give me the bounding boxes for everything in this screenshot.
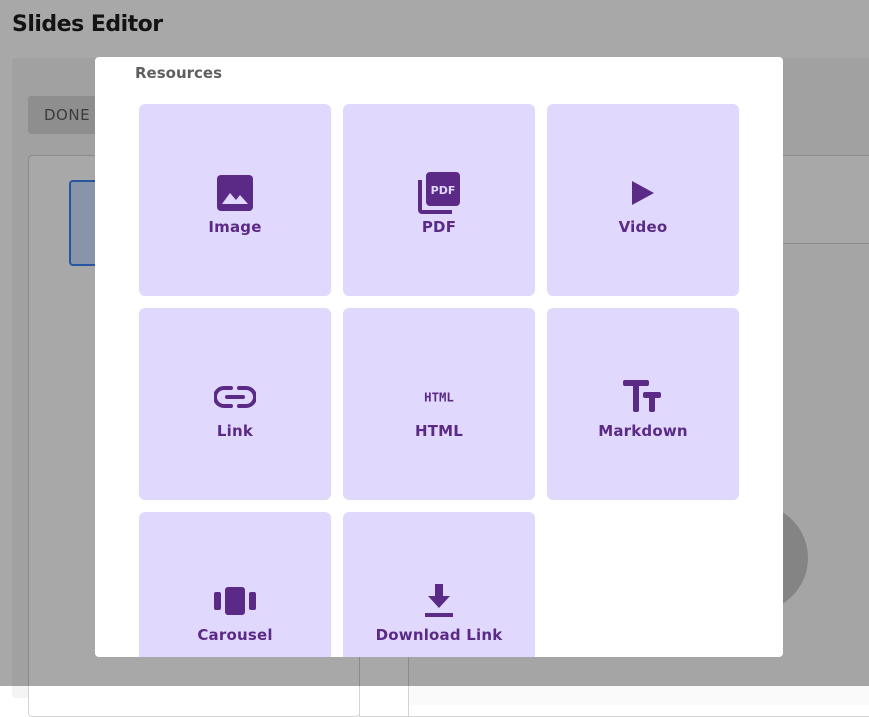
tile-label: PDF [421,218,457,236]
tile-link[interactable]: Link [139,308,331,500]
tile-label: Image [208,218,262,236]
tile-video[interactable]: Video [547,104,739,296]
tile-label: Download Link [375,626,503,644]
link-icon [213,376,257,418]
tile-markdown[interactable]: Markdown [547,308,739,500]
tile-html[interactable]: HTML HTML [343,308,535,500]
carousel-icon [213,580,257,622]
resources-modal: Resources Image PDF PDF Video Link HTML … [95,57,783,657]
play-icon [621,172,665,214]
tile-image[interactable]: Image [139,104,331,296]
tile-download-link[interactable]: Download Link [343,512,535,657]
tile-label: Video [618,218,668,236]
resource-tile-grid: Image PDF PDF Video Link HTML HTML Markd… [139,104,739,657]
text-fields-icon [621,376,665,418]
html-icon: HTML [417,376,461,418]
image-icon [213,172,257,214]
modal-heading: Resources [135,64,223,82]
tile-label: Markdown [598,422,688,440]
download-icon [417,580,461,622]
pdf-icon: PDF [417,172,461,214]
tile-label: Carousel [197,626,273,644]
html-icon-text: HTML [424,390,454,404]
tile-label: Link [216,422,254,440]
pdf-icon-text: PDF [431,184,456,197]
tile-carousel[interactable]: Carousel [139,512,331,657]
tile-pdf[interactable]: PDF PDF [343,104,535,296]
tile-label: HTML [414,422,464,440]
